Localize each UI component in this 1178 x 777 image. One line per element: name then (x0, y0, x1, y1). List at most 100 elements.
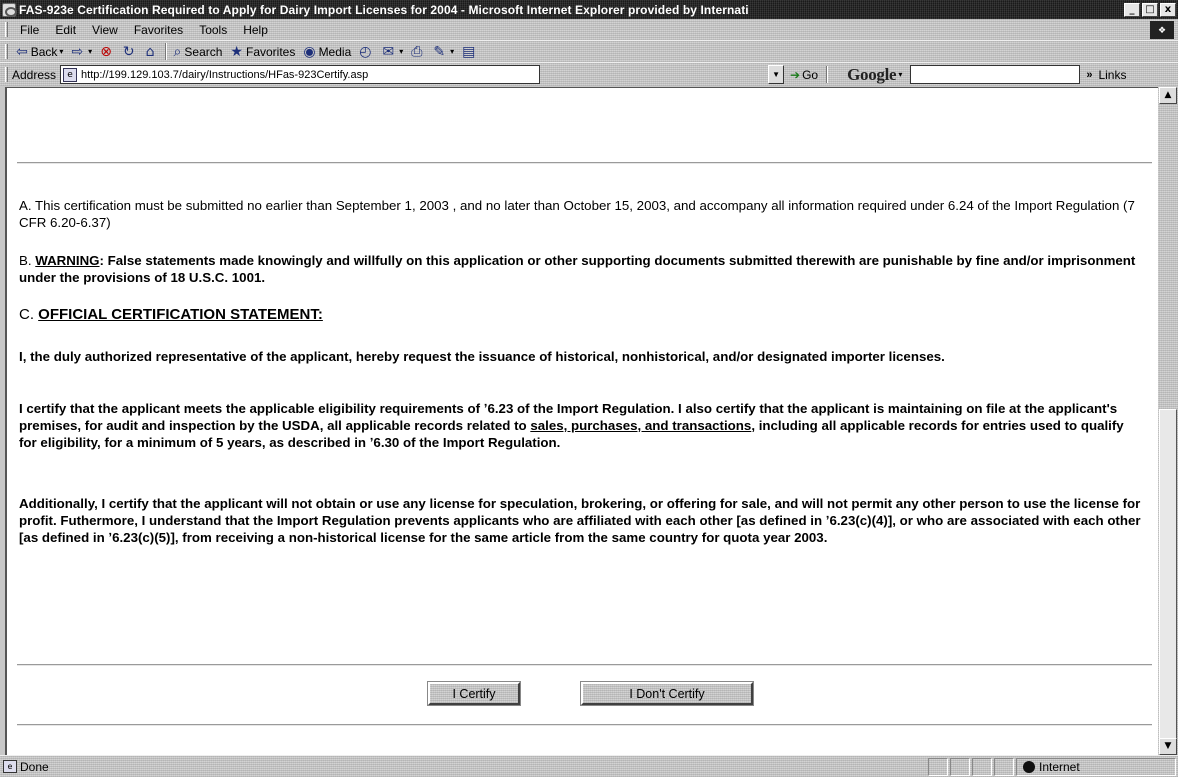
forward-arrow-icon: ⇨ (71, 43, 84, 60)
chevron-down-icon[interactable]: ▾ (399, 47, 403, 56)
paragraph-a: A. This certification must be submitted … (19, 197, 1144, 231)
address-input[interactable]: e http://199.129.103.7/dairy/Instruction… (60, 65, 541, 84)
records-link[interactable]: sales, purchases, and transactions (530, 418, 751, 433)
home-icon: ⌂ (145, 43, 155, 60)
go-button[interactable]: ➔ Go (790, 68, 818, 82)
status-bar: e Done Internet (0, 755, 1178, 777)
google-toolbar-logo[interactable]: Google (847, 65, 897, 85)
toolbar-grip[interactable] (5, 22, 8, 37)
windows-logo-icon: ❖ (1150, 20, 1174, 39)
search-label: Search (184, 44, 223, 59)
refresh-icon: ↻ (122, 43, 135, 60)
back-arrow-icon: ⇦ (16, 43, 28, 60)
search-icon: ⌕ (173, 43, 182, 60)
page-icon: e (63, 67, 78, 82)
zone-label: Internet (1039, 759, 1080, 774)
window-controls: _ □ x (1124, 2, 1176, 17)
back-label: Back (30, 44, 58, 59)
scrollbar-thumb[interactable] (1159, 409, 1177, 739)
refresh-button[interactable]: ↻ (119, 42, 142, 62)
menu-help[interactable]: Help (235, 22, 276, 38)
discuss-button[interactable]: ▤ (458, 42, 482, 62)
chevron-down-icon[interactable]: ▾ (898, 70, 902, 79)
status-text: Done (20, 759, 49, 774)
menu-file[interactable]: File (12, 22, 47, 38)
globe-icon (1023, 760, 1035, 773)
paragraph-a-text: A. This certification must be submitted … (19, 198, 1135, 230)
certification-paragraph-1: I, the duly authorized representative of… (19, 349, 945, 364)
scroll-up-icon[interactable]: ▲ (1159, 87, 1177, 104)
section-c-heading: C. OFFICIAL CERTIFICATION STATEMENT: (19, 306, 1144, 323)
menu-bar: File Edit View Favorites Tools Help ❖ (0, 19, 1178, 40)
menu-favorites[interactable]: Favorites (126, 22, 191, 38)
standard-toolbar: ⇦ Back ▾ ⇨ ▾ ⊗ ↻ ⌂ ⌕ Search ★ Favorites … (0, 40, 1178, 62)
paragraph-b-text: : False statements made knowingly and wi… (19, 253, 1136, 285)
certification-paragraph-2: I certify that the applicant meets the a… (19, 400, 1144, 451)
divider (17, 162, 1152, 164)
back-button[interactable]: ⇦ Back ▾ (12, 42, 67, 62)
divider (17, 724, 1152, 726)
edit-button[interactable]: ✎ ▾ (429, 42, 458, 62)
certification-paragraph-3: Additionally, I certify that the applica… (19, 496, 1141, 545)
media-button[interactable]: ◉ Media (299, 42, 355, 62)
menu-edit[interactable]: Edit (47, 22, 84, 38)
page-content: A. This certification must be submitted … (5, 87, 1158, 755)
status-panel (972, 757, 992, 776)
paragraph-b: B. WARNING: False statements made knowin… (19, 252, 1144, 286)
minimize-button[interactable]: _ (1124, 2, 1140, 17)
dont-certify-button[interactable]: I Don't Certify (580, 681, 754, 706)
go-label: Go (802, 67, 819, 82)
security-zone: Internet (1016, 757, 1176, 776)
favorites-icon: ★ (230, 43, 243, 60)
stop-button[interactable]: ⊗ (96, 42, 119, 62)
history-button[interactable]: ◴ (355, 42, 378, 62)
window-title: FAS-923e Certification Required to Apply… (19, 2, 749, 17)
scroll-down-icon[interactable]: ▼ (1159, 738, 1177, 755)
title-bar: FAS-923e Certification Required to Apply… (0, 0, 1178, 19)
toolbar-separator (826, 66, 829, 83)
button-row: I Certify I Don't Certify (7, 681, 1158, 706)
links-button[interactable]: Links (1098, 68, 1126, 82)
mail-icon: ✉ (382, 43, 395, 60)
maximize-button[interactable]: □ (1142, 2, 1158, 17)
mail-button[interactable]: ✉ ▾ (378, 42, 407, 62)
ie-icon (2, 2, 17, 17)
stop-icon: ⊗ (100, 43, 112, 60)
history-icon: ◴ (359, 43, 372, 60)
chevron-down-icon[interactable]: ▾ (59, 47, 63, 56)
toolbar-separator (164, 43, 167, 60)
address-url: http://199.129.103.7/dairy/Instructions/… (81, 68, 369, 81)
print-button[interactable]: ⎙ (407, 42, 429, 62)
print-icon: ⎙ (411, 43, 423, 60)
section-c-prefix: C. (19, 306, 39, 323)
certify-button[interactable]: I Certify (427, 681, 521, 706)
forward-button[interactable]: ⇨ ▾ (67, 42, 96, 62)
favorites-button[interactable]: ★ Favorites (226, 42, 299, 62)
toolbar-grip[interactable] (5, 67, 8, 82)
warning-label: WARNING (35, 253, 100, 268)
toolbar-grip[interactable] (5, 44, 8, 59)
google-search-input[interactable] (910, 65, 1081, 84)
menu-tools[interactable]: Tools (191, 22, 235, 38)
status-panel (928, 757, 948, 776)
favorites-label: Favorites (245, 44, 296, 59)
menu-view[interactable]: View (84, 22, 126, 38)
discuss-icon: ▤ (462, 43, 476, 60)
certification-statement-heading: OFFICIAL CERTIFICATION STATEMENT: (38, 306, 323, 323)
search-button[interactable]: ⌕ Search (170, 42, 227, 62)
chevron-down-icon[interactable]: ▾ (450, 47, 454, 56)
more-chevron-icon[interactable]: » (1086, 69, 1092, 81)
media-label: Media (318, 44, 352, 59)
page-done-icon: e (3, 760, 17, 773)
close-button[interactable]: x (1160, 2, 1176, 17)
status-panel (950, 757, 970, 776)
home-button[interactable]: ⌂ (142, 42, 162, 62)
vertical-scrollbar[interactable]: ▲ ▼ (1158, 87, 1178, 755)
edit-icon: ✎ (433, 43, 446, 60)
media-icon: ◉ (303, 43, 316, 60)
address-dropdown[interactable]: ▼ (768, 65, 785, 84)
divider (17, 664, 1152, 666)
address-label: Address (12, 67, 57, 82)
go-arrow-icon: ➔ (790, 67, 801, 82)
chevron-down-icon[interactable]: ▾ (88, 47, 92, 56)
